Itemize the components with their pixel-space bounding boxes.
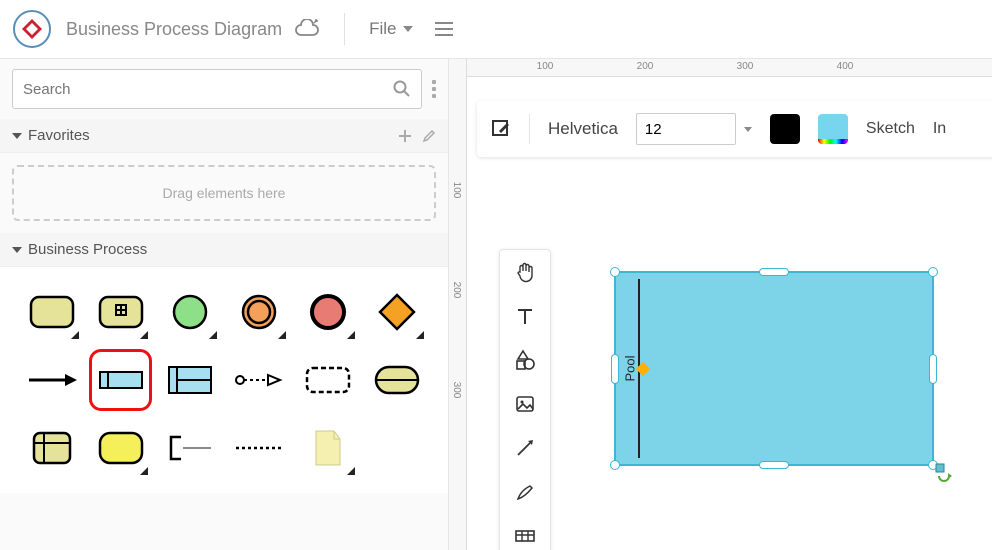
sidebar: Favorites Drag elements here Business Pr… bbox=[0, 59, 449, 550]
shape-tool[interactable] bbox=[513, 348, 537, 372]
cloud-icon bbox=[294, 19, 320, 39]
text-color-swatch[interactable] bbox=[770, 114, 800, 144]
shape-annotation[interactable] bbox=[158, 417, 221, 479]
ruler-vertical: 100 200 300 bbox=[449, 59, 467, 550]
app-logo bbox=[12, 9, 52, 49]
collapse-icon bbox=[12, 133, 22, 139]
shape-data-object[interactable] bbox=[20, 417, 83, 479]
toolbar-extra[interactable]: In bbox=[933, 120, 946, 138]
pen-tool[interactable] bbox=[513, 480, 537, 504]
document-title: Business Process Diagram bbox=[66, 19, 282, 40]
font-size-input[interactable] bbox=[636, 113, 736, 145]
sketch-toggle[interactable]: Sketch bbox=[866, 120, 915, 138]
canvas[interactable]: 100 200 300 400 100 200 300 Helvetica bbox=[449, 59, 992, 550]
header-bar: Business Process Diagram File bbox=[0, 0, 992, 58]
chevron-down-icon[interactable] bbox=[744, 127, 752, 132]
text-tool[interactable] bbox=[513, 304, 537, 328]
resize-handle-e[interactable] bbox=[929, 354, 937, 384]
hand-tool[interactable] bbox=[513, 260, 537, 284]
search-input[interactable] bbox=[23, 81, 393, 98]
shape-start-event[interactable] bbox=[158, 281, 221, 343]
font-name[interactable]: Helvetica bbox=[548, 119, 618, 139]
shape-pool[interactable] bbox=[89, 349, 152, 411]
hamburger-menu[interactable] bbox=[435, 22, 453, 36]
document-title-area[interactable]: Business Process Diagram bbox=[66, 19, 320, 40]
shape-group[interactable] bbox=[296, 349, 359, 411]
favorites-drop-zone[interactable]: Drag elements here bbox=[12, 165, 436, 221]
pool-shape[interactable]: Pool bbox=[614, 271, 934, 466]
ruler-horizontal: 100 200 300 400 bbox=[449, 59, 992, 77]
sidebar-options[interactable] bbox=[432, 80, 436, 98]
search-icon bbox=[393, 80, 411, 98]
shape-sequence-flow[interactable] bbox=[20, 349, 83, 411]
panel-label: Business Process bbox=[28, 241, 147, 258]
plus-icon[interactable] bbox=[398, 129, 412, 143]
table-tool[interactable] bbox=[513, 524, 537, 548]
shape-lane[interactable] bbox=[158, 349, 221, 411]
resize-handle-w[interactable] bbox=[611, 354, 619, 384]
pencil-icon[interactable] bbox=[422, 129, 436, 143]
shape-gateway[interactable] bbox=[365, 281, 428, 343]
tool-palette bbox=[499, 249, 551, 550]
shape-association[interactable] bbox=[227, 417, 290, 479]
image-tool[interactable] bbox=[513, 392, 537, 416]
fill-color-swatch[interactable] bbox=[818, 114, 848, 144]
business-process-panel-header[interactable]: Business Process bbox=[0, 233, 448, 267]
style-toolbar: Helvetica Sketch In bbox=[477, 101, 992, 157]
shape-subprocess[interactable] bbox=[89, 281, 152, 343]
shape-end-event[interactable] bbox=[296, 281, 359, 343]
line-tool[interactable] bbox=[513, 436, 537, 460]
shape-message-flow[interactable] bbox=[227, 349, 290, 411]
favorites-panel-header[interactable]: Favorites bbox=[0, 119, 448, 153]
shape-intermediate-event[interactable] bbox=[227, 281, 290, 343]
edit-icon[interactable] bbox=[491, 119, 511, 139]
shape-note[interactable] bbox=[296, 417, 359, 479]
shape-task[interactable] bbox=[20, 281, 83, 343]
search-input-wrapper[interactable] bbox=[12, 69, 422, 109]
file-menu[interactable]: File bbox=[369, 19, 412, 39]
resize-handle-sw[interactable] bbox=[610, 460, 620, 470]
shape-activity-yellow[interactable] bbox=[89, 417, 152, 479]
resize-handle-nw[interactable] bbox=[610, 267, 620, 277]
resize-handle-n[interactable] bbox=[759, 268, 789, 276]
shape-data-store[interactable] bbox=[365, 349, 428, 411]
shapes-palette bbox=[0, 267, 448, 493]
resize-handle-ne[interactable] bbox=[928, 267, 938, 277]
drop-hint: Drag elements here bbox=[163, 185, 286, 201]
header-separator bbox=[344, 13, 345, 45]
favorites-label: Favorites bbox=[28, 127, 90, 144]
shape-action-icon[interactable] bbox=[934, 462, 954, 482]
file-menu-label: File bbox=[369, 19, 396, 39]
resize-handle-s[interactable] bbox=[759, 461, 789, 469]
shape-empty bbox=[365, 417, 428, 479]
collapse-icon bbox=[12, 247, 22, 253]
chevron-down-icon bbox=[403, 26, 413, 32]
